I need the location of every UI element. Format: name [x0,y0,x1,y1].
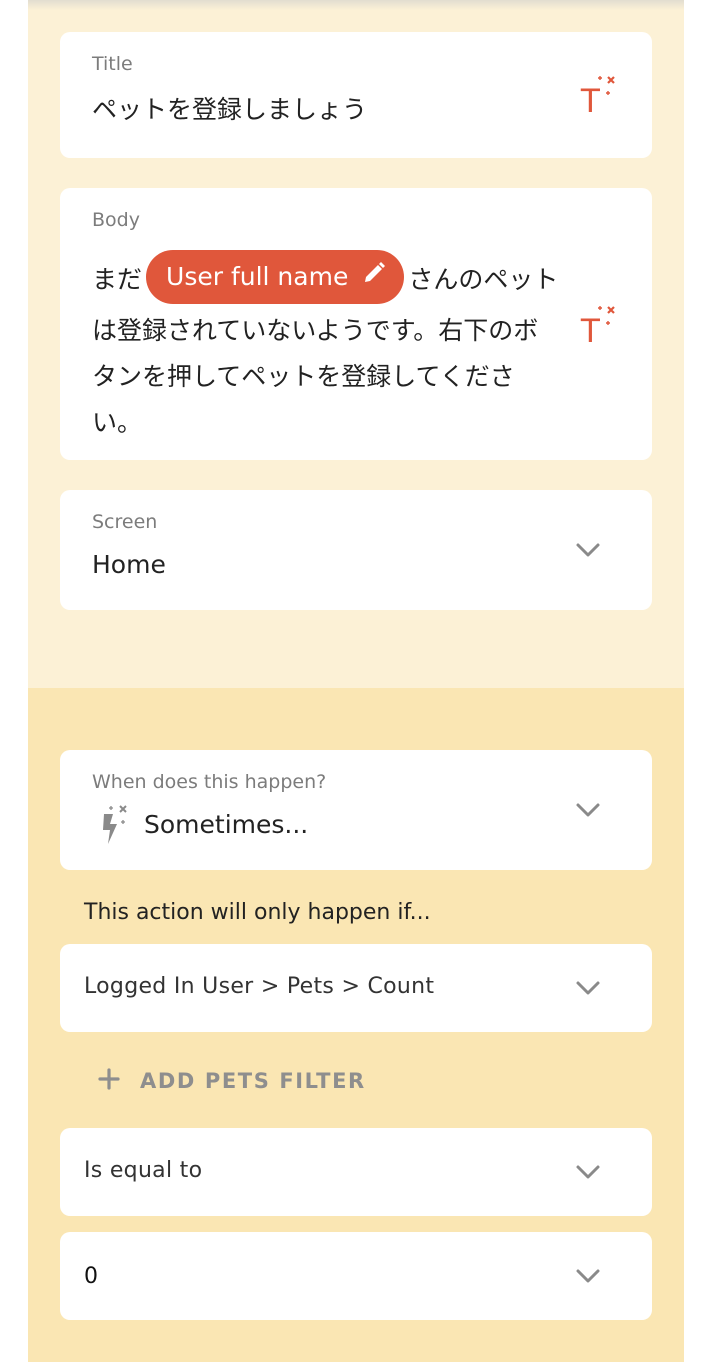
body-text-before: まだ [92,265,143,294]
top-shadow [28,0,684,10]
title-field[interactable]: Title ペットを登録しましょう T [60,32,652,158]
chip-label: User full name [166,262,349,291]
body-field-label: Body [92,209,140,231]
pencil-icon[interactable] [362,254,386,300]
svg-text:T: T [580,82,601,118]
title-field-value[interactable]: ペットを登録しましょう [92,90,367,126]
condition-source-value: Logged In User > Pets > Count [84,974,435,999]
trigger-select[interactable]: When does this happen? Sometimes... [60,750,652,870]
user-full-name-chip[interactable]: User full name [146,250,405,304]
plus-icon [98,1067,120,1095]
chevron-down-icon[interactable] [575,1268,601,1284]
condition-operator-value: Is equal to [84,1158,203,1183]
chevron-down-icon[interactable] [575,980,601,996]
condition-value-value: 0 [84,1264,99,1289]
body-field-text[interactable]: まだ User full name さんのペットは登録されていないようです。右下のボ… [92,250,562,446]
screen-select-label: Screen [92,511,158,533]
svg-text:T: T [580,312,601,348]
add-pets-filter-label: ADD PETS FILTER [140,1069,366,1093]
magic-text-icon[interactable]: T [578,304,618,350]
screen-select-value: Home [92,550,166,579]
trigger-select-value: Sometimes... [144,810,309,839]
condition-operator-select[interactable]: Is equal to [60,1128,652,1216]
chevron-down-icon[interactable] [575,542,601,558]
screen-select[interactable]: Screen Home [60,490,652,610]
trigger-select-label: When does this happen? [92,771,327,793]
body-field[interactable]: Body まだ User full name さんのペットは登録されていないようです… [60,188,652,460]
chevron-down-icon[interactable] [575,802,601,818]
add-pets-filter-button[interactable]: ADD PETS FILTER [98,1064,366,1098]
condition-source-select[interactable]: Logged In User > Pets > Count [60,944,652,1032]
chevron-down-icon[interactable] [575,1164,601,1180]
condition-info-text: This action will only happen if... [84,900,431,925]
magic-text-icon[interactable]: T [578,74,618,120]
title-field-label: Title [92,53,133,75]
condition-value-select[interactable]: 0 [60,1232,652,1320]
magic-bolt-icon [98,802,130,846]
